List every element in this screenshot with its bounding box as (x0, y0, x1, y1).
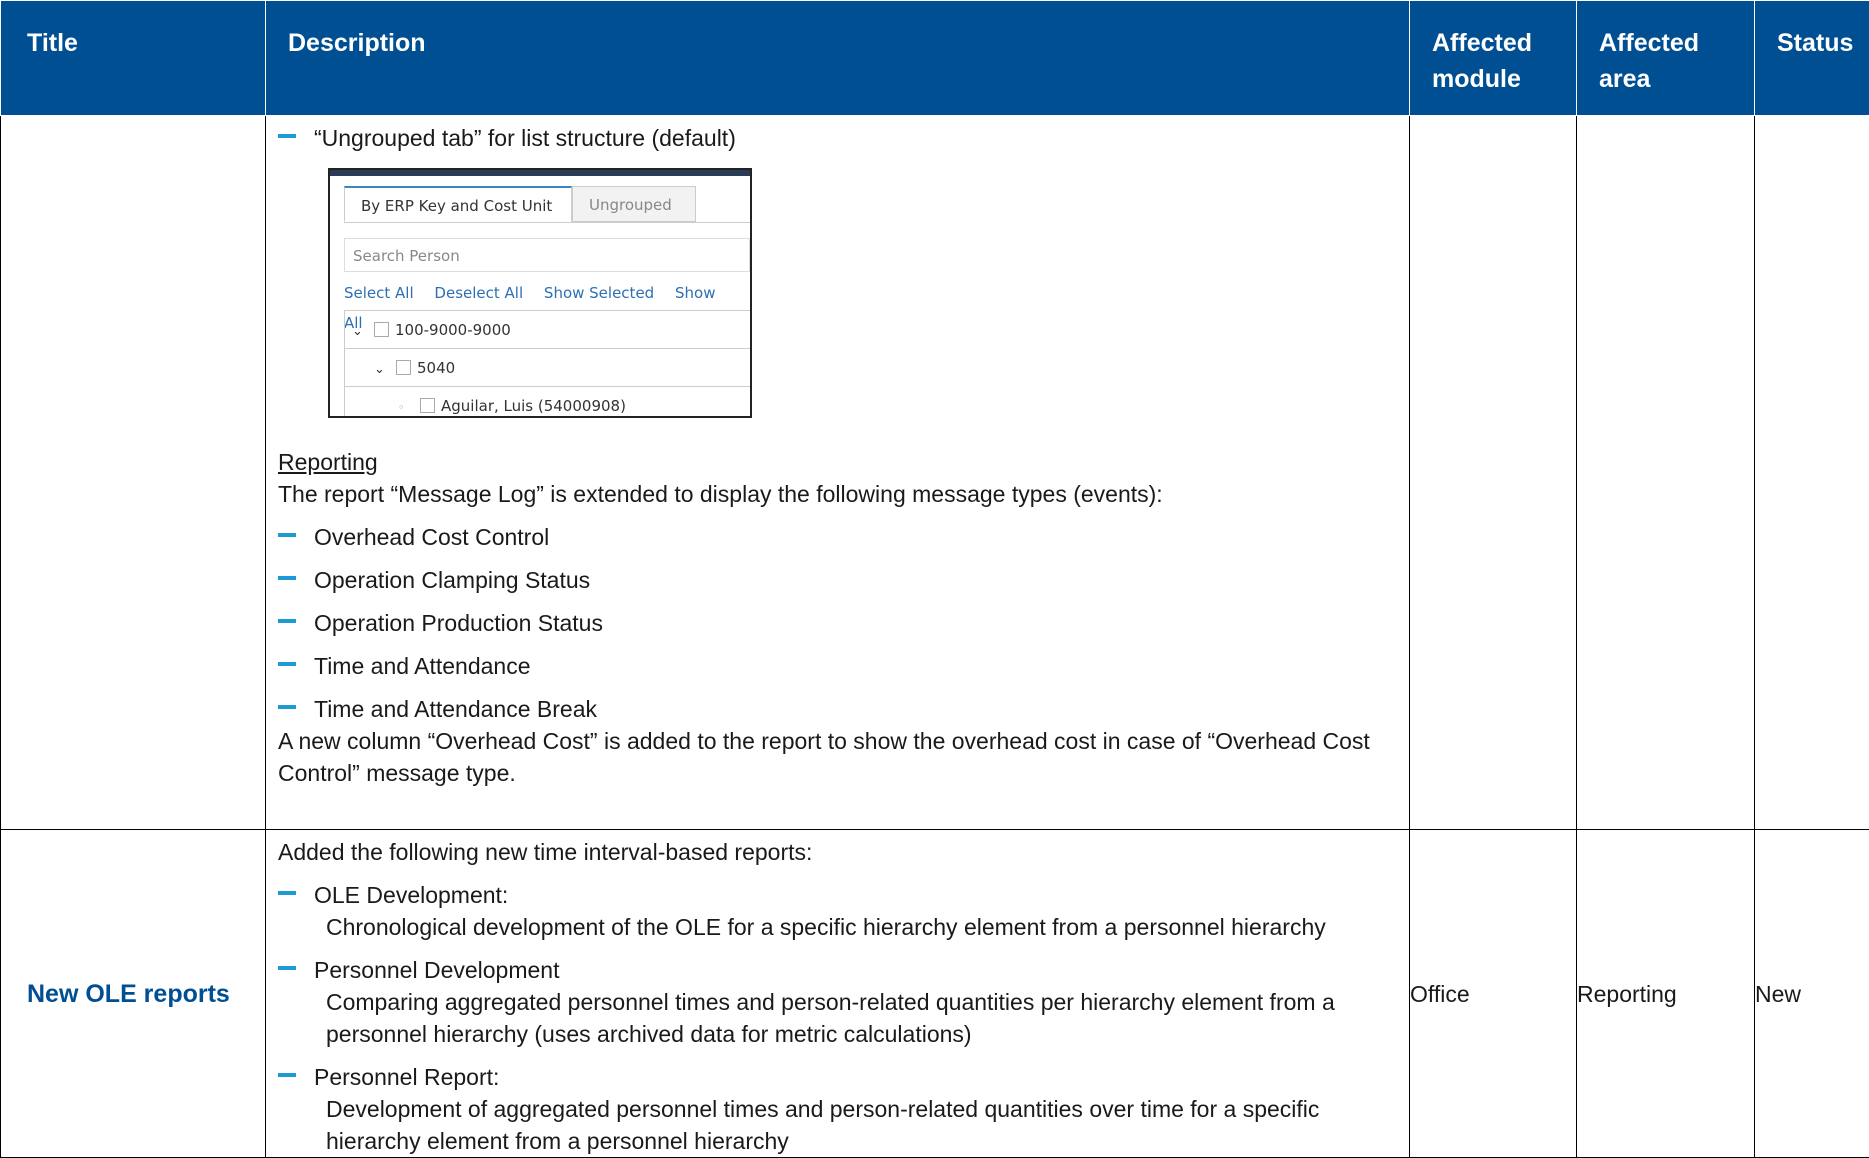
module-cell (1410, 116, 1577, 830)
screenshot-topbar (330, 170, 750, 176)
dash-bullet-icon (278, 576, 296, 580)
status-cell: New (1755, 830, 1869, 1158)
dash-bullet-icon (278, 134, 296, 138)
selection-links: Select All Deselect All Show Selected Sh… (344, 278, 750, 308)
title-cell: New OLE reports (1, 830, 266, 1158)
tree-node[interactable]: ⌄ 100-9000-9000 (344, 310, 750, 348)
dash-bullet-icon (278, 662, 296, 666)
chevron-down-icon[interactable]: ⌄ (352, 313, 364, 351)
section-title: Reporting (278, 446, 1397, 478)
list-item: Personnel Report: (278, 1061, 1397, 1093)
paragraph: The report “Message Log” is extended to … (278, 478, 1397, 510)
chevron-down-icon[interactable]: ⌄ (374, 351, 386, 389)
list-item-text: Overhead Cost Control (314, 521, 549, 553)
area-cell (1577, 116, 1755, 830)
list-item: Time and Attendance (278, 650, 1397, 682)
area-cell: Reporting (1577, 830, 1755, 1158)
table-row: New OLE reports Added the following new … (1, 830, 1869, 1158)
description-cell: Added the following new time interval-ba… (266, 830, 1410, 1158)
list-item: Operation Production Status (278, 607, 1397, 639)
tree-node-label: 5040 (417, 359, 455, 377)
list-item: Personnel Development (278, 954, 1397, 986)
title-cell (1, 116, 266, 830)
search-person-input[interactable]: Search Person (344, 238, 750, 272)
module-cell: Office (1410, 830, 1577, 1158)
checkbox[interactable] (396, 360, 411, 375)
list-item-text: Time and Attendance Break (314, 693, 597, 725)
dash-bullet-icon (278, 705, 296, 709)
list-item: Time and Attendance Break (278, 693, 1397, 725)
list-item: OLE Development: (278, 879, 1397, 911)
row-title: New OLE reports (27, 980, 230, 1008)
tree-node-label: Aguilar, Luis (54000908) (441, 397, 626, 415)
header-title: Title (1, 1, 266, 116)
list-item: Operation Clamping Status (278, 564, 1397, 596)
table-row: “Ungrouped tab” for list structure (defa… (1, 116, 1869, 830)
list-item-text: Operation Production Status (314, 607, 603, 639)
dash-bullet-icon (278, 966, 296, 970)
tree-node[interactable]: ◦ Aguilar, Luis (54000908) (344, 386, 750, 418)
list-item-name: Personnel Development (314, 954, 559, 986)
list-item-description: Development of aggregated personnel time… (278, 1093, 1397, 1157)
select-all-link[interactable]: Select All (344, 284, 414, 302)
closing-paragraph: A new column “Overhead Cost” is added to… (278, 725, 1397, 789)
deselect-all-link[interactable]: Deselect All (434, 284, 523, 302)
header-affected-module: Affected module (1410, 1, 1577, 116)
paragraph: Added the following new time interval-ba… (278, 836, 1397, 868)
checkbox[interactable] (374, 322, 389, 337)
tab-by-erp-key[interactable]: By ERP Key and Cost Unit (344, 186, 572, 222)
dash-bullet-icon (278, 891, 296, 895)
list-item-description: Chronological development of the OLE for… (278, 911, 1397, 943)
dash-bullet-icon (278, 533, 296, 537)
list-item-name: OLE Development: (314, 879, 508, 911)
header-status: Status (1755, 1, 1869, 116)
tree-node-label: 100-9000-9000 (395, 321, 511, 339)
dash-bullet-icon (278, 619, 296, 623)
header-affected-area: Affected area (1577, 1, 1755, 116)
list-item-text: “Ungrouped tab” for list structure (defa… (314, 122, 736, 154)
dash-bullet-icon (278, 1073, 296, 1077)
bullet-dot-icon: ◦ (398, 389, 410, 418)
checkbox[interactable] (420, 398, 435, 413)
tree-node[interactable]: ⌄ 5040 (344, 348, 750, 386)
status-cell (1755, 116, 1869, 830)
header-description: Description (266, 1, 1410, 116)
list-item: “Ungrouped tab” for list structure (defa… (278, 122, 1397, 154)
list-item: Overhead Cost Control (278, 521, 1397, 553)
description-cell: “Ungrouped tab” for list structure (defa… (266, 116, 1410, 830)
table-header-row: Title Description Affected module Affect… (1, 1, 1869, 116)
list-item-text: Operation Clamping Status (314, 564, 590, 596)
list-item-name: Personnel Report: (314, 1061, 499, 1093)
embedded-screenshot: By ERP Key and Cost Unit Ungrouped Searc… (328, 168, 752, 418)
release-notes-table: Title Description Affected module Affect… (0, 0, 1869, 1158)
list-item-description: Comparing aggregated personnel times and… (278, 986, 1397, 1050)
list-item-text: Time and Attendance (314, 650, 531, 682)
screenshot-left-rail (330, 310, 345, 418)
tab-ungrouped[interactable]: Ungrouped (572, 186, 696, 222)
screenshot-tabs: By ERP Key and Cost Unit Ungrouped (344, 186, 750, 223)
show-selected-link[interactable]: Show Selected (544, 284, 654, 302)
